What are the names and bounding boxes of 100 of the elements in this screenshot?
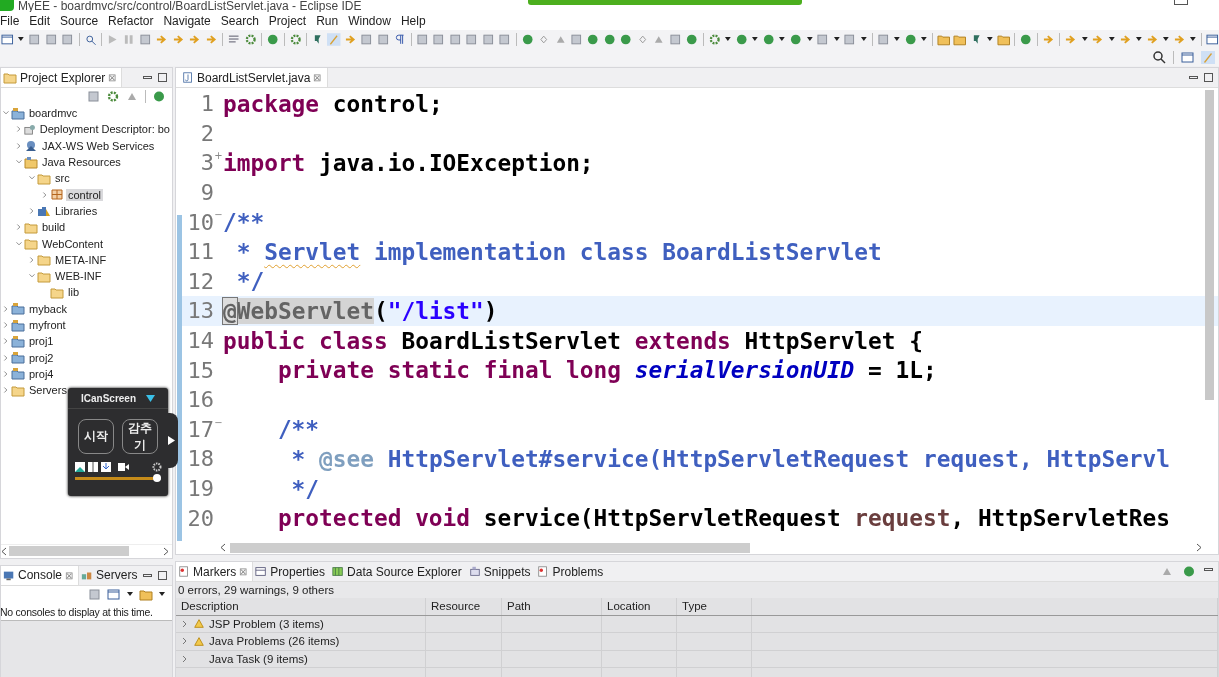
tree-item[interactable]: META-INF [53, 253, 109, 266]
console-tab[interactable]: Servers [79, 565, 143, 585]
circle-icon[interactable] [1019, 32, 1033, 46]
tree-item[interactable]: JAX-WS Web Services [40, 139, 157, 152]
circle-icon[interactable] [1182, 565, 1196, 578]
gear-icon[interactable] [707, 32, 722, 46]
scroll-right-icon[interactable] [1196, 543, 1202, 552]
tree-item[interactable]: build [40, 221, 68, 234]
square-icon[interactable] [569, 32, 584, 46]
scroll-left-icon[interactable] [1, 546, 7, 556]
circle-icon[interactable] [520, 32, 535, 46]
gear-icon[interactable] [106, 90, 120, 103]
window-icon[interactable] [107, 587, 121, 601]
circle-icon[interactable] [152, 90, 166, 103]
gear-icon[interactable] [243, 32, 258, 46]
tree-item[interactable]: WEB-INF [53, 270, 104, 283]
tree-item[interactable]: proj4 [27, 367, 56, 380]
menu-item[interactable]: Run [311, 14, 344, 28]
image-icon[interactable] [75, 462, 85, 472]
video-camera-icon[interactable] [118, 462, 129, 472]
search-icon[interactable] [1152, 50, 1166, 64]
circle-icon[interactable] [602, 32, 617, 46]
marker-group[interactable]: JSP Problem (3 items) [209, 617, 324, 630]
minimize-icon[interactable] [143, 73, 152, 82]
view-tab[interactable]: Properties [253, 562, 331, 581]
fold-toggle[interactable]: − [214, 416, 223, 428]
square-icon[interactable] [61, 32, 75, 46]
tree-item[interactable]: lib [66, 286, 81, 299]
maximize-icon[interactable] [158, 570, 167, 580]
menu-item[interactable]: Refactor [103, 14, 159, 28]
expand-tab[interactable] [168, 413, 178, 468]
square-icon[interactable] [432, 32, 446, 46]
tree-item[interactable]: src [53, 172, 72, 185]
pause-icon[interactable] [122, 32, 136, 46]
scroll-right-icon[interactable] [163, 546, 169, 556]
menu-item[interactable]: Window [343, 14, 396, 28]
recorder-slider[interactable] [75, 477, 161, 480]
menu-item[interactable]: Navigate [158, 14, 216, 28]
gear-icon[interactable] [288, 32, 303, 46]
tree-item[interactable]: myback [27, 302, 69, 315]
window-icon[interactable] [1181, 50, 1195, 64]
marker-group[interactable]: Java Task (9 items) [209, 652, 308, 665]
menu-item[interactable]: Source [55, 14, 104, 28]
menu-item[interactable]: Project [263, 14, 312, 28]
circle-icon[interactable] [586, 32, 600, 46]
tree-item[interactable]: Deployment Descriptor: bo [37, 123, 172, 136]
menu-item[interactable]: Search [215, 14, 264, 28]
fold-toggle[interactable]: + [214, 150, 223, 162]
window-icon[interactable] [1, 32, 15, 46]
scrollbar-thumb[interactable] [9, 546, 129, 556]
column-header[interactable]: Resource [426, 598, 502, 615]
menu-item[interactable]: Help [395, 14, 431, 28]
scroll-left-icon[interactable] [220, 543, 226, 552]
editor-tab[interactable]: BoardListServlet.java ⊠ [176, 68, 329, 87]
square-icon[interactable] [88, 587, 102, 601]
fold-toggle[interactable]: − [214, 209, 223, 221]
view-tab[interactable]: Problems [535, 562, 609, 581]
download-icon[interactable] [101, 462, 111, 472]
square-icon[interactable] [668, 32, 683, 46]
square-icon[interactable] [481, 32, 496, 46]
menu-item[interactable]: Edit [24, 14, 56, 28]
circle-icon[interactable] [266, 32, 280, 46]
square-icon[interactable] [465, 32, 479, 46]
column-header[interactable]: Type [677, 598, 752, 615]
maximize-icon[interactable] [1204, 73, 1213, 82]
tree-item[interactable]: Java Resources [40, 156, 123, 169]
square-icon[interactable] [448, 32, 463, 46]
column-header[interactable]: Path [502, 598, 602, 615]
lines-icon[interactable] [227, 32, 241, 46]
circle-icon[interactable] [685, 32, 699, 46]
minimize-icon[interactable] [1189, 73, 1198, 82]
pilcrow-icon[interactable] [393, 32, 407, 46]
square-icon[interactable] [138, 32, 153, 46]
column-header[interactable]: Location [602, 598, 677, 615]
circle-icon[interactable] [619, 32, 633, 46]
view-tab[interactable]: Snippets [466, 562, 536, 581]
square-icon[interactable] [44, 32, 59, 46]
minimize-icon[interactable] [1204, 565, 1213, 574]
console-tab[interactable]: Console ⊠ [1, 565, 80, 585]
tree-item[interactable]: myfront [27, 319, 68, 331]
tree-item[interactable]: Servers [27, 384, 69, 397]
maximize-icon[interactable] [158, 73, 167, 82]
project-explorer-tab[interactable]: Project Explorer ⊠ [1, 68, 123, 87]
recorder-button[interactable]: 감추기 [122, 419, 158, 454]
square-icon[interactable] [376, 32, 391, 46]
scrollbar-thumb[interactable] [230, 542, 750, 553]
square-icon[interactable] [415, 32, 430, 46]
window-icon[interactable] [1206, 32, 1219, 46]
tree-item[interactable]: proj1 [27, 335, 56, 348]
square-icon[interactable] [360, 32, 374, 46]
marker-group[interactable]: Java Problems (26 items) [209, 635, 340, 648]
square-icon[interactable] [498, 32, 512, 46]
column-header[interactable]: Description [176, 598, 426, 615]
view-tab[interactable]: Markers ⊠ [176, 562, 254, 581]
tree-item[interactable]: control [66, 188, 104, 201]
settings-icon[interactable] [152, 462, 162, 472]
tree-item[interactable]: boardmvc [27, 107, 80, 120]
square-icon[interactable] [87, 90, 101, 103]
layout-icon[interactable] [88, 462, 98, 472]
view-tab[interactable]: Data Source Explorer [330, 562, 467, 581]
